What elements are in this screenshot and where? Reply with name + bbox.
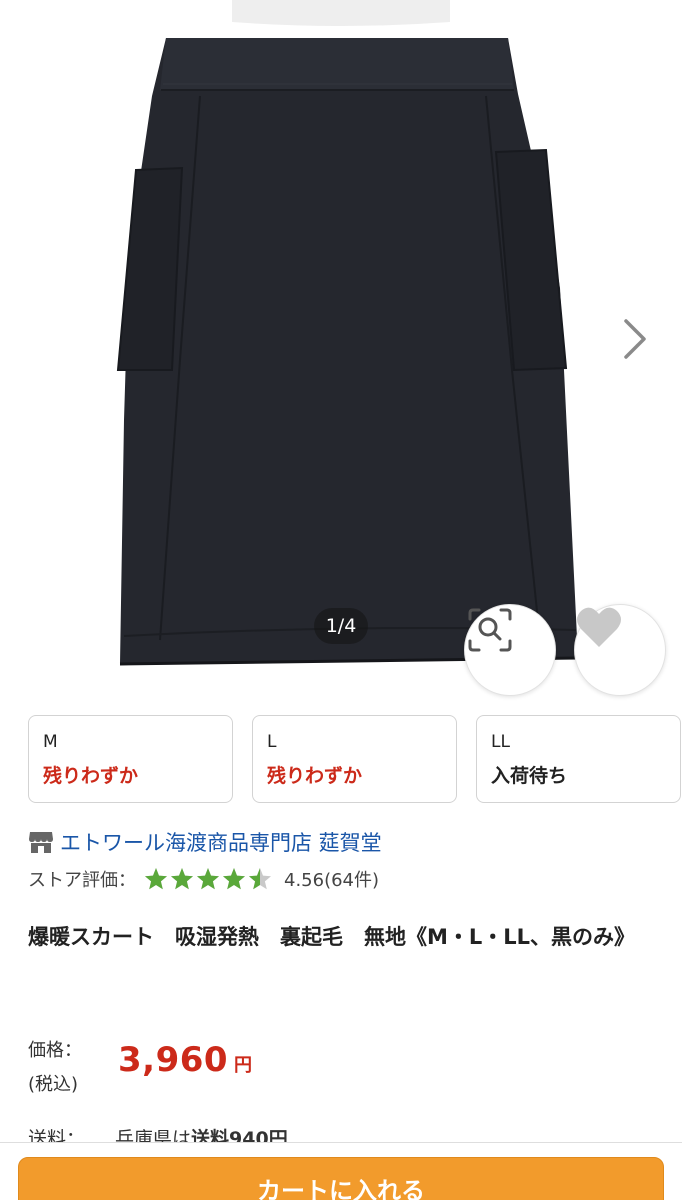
next-image-button[interactable] xyxy=(622,318,666,378)
heart-icon xyxy=(577,607,621,647)
star-icon xyxy=(249,868,271,890)
price-value: 3,960 xyxy=(118,1040,229,1080)
size-label: L xyxy=(267,732,277,752)
rating-label: ストア評価： xyxy=(28,870,136,891)
star-icon xyxy=(197,868,219,890)
image-search-icon xyxy=(468,608,512,652)
stock-status: 入荷待ち xyxy=(491,765,568,787)
rating-value: 4.56(64件) xyxy=(284,870,380,891)
store-icon xyxy=(29,832,53,853)
price-label: 価格： (税込) xyxy=(28,1034,82,1102)
price-unit: 円 xyxy=(234,1055,253,1076)
price: 3,960 円 xyxy=(118,1040,252,1080)
store-name[interactable]: エトワール海渡商品専門店 莚賀堂 xyxy=(60,827,382,857)
favorite-button[interactable] xyxy=(574,604,666,696)
add-to-cart-button[interactable]: カートに入れる xyxy=(18,1157,664,1200)
size-label: M xyxy=(43,732,58,752)
star-icon xyxy=(223,868,245,890)
star-icon xyxy=(171,868,193,890)
shipping-value: 兵庫県は送料940円 xyxy=(115,1124,288,1144)
image-search-button[interactable] xyxy=(464,604,556,696)
size-option-l[interactable]: L 残りわずか xyxy=(252,715,457,803)
store-rating[interactable]: ストア評価： 4.56(64件) xyxy=(28,864,379,894)
price-label-line2: (税込) xyxy=(28,1074,79,1095)
size-option-ll[interactable]: LL 入荷待ち xyxy=(476,715,681,803)
stock-status: 残りわずか xyxy=(267,765,363,787)
price-label-line1: 価格： xyxy=(28,1040,82,1061)
image-counter: 1/4 xyxy=(314,608,368,644)
size-option-m[interactable]: M 残りわずか xyxy=(28,715,233,803)
size-selector: M 残りわずか L 残りわずか LL 入荷待ち xyxy=(28,715,681,803)
product-page: 1/4 M 残りわずか L 残りわずか LL 入荷待ち エトワール海渡商品専門店… xyxy=(0,0,682,1200)
product-image-carousel[interactable]: 1/4 xyxy=(0,0,682,700)
size-label: LL xyxy=(491,732,510,752)
star-icon xyxy=(145,868,167,890)
stock-status: 残りわずか xyxy=(43,765,139,787)
shipping-info: 送料： 兵庫県は送料940円 xyxy=(28,1124,288,1144)
store-link[interactable]: エトワール海渡商品専門店 莚賀堂 xyxy=(28,826,382,858)
rating-stars xyxy=(144,867,274,891)
bottom-action-bar: カートに入れる xyxy=(0,1142,682,1200)
shipping-label: 送料： xyxy=(28,1128,86,1144)
skirt-product-photo xyxy=(116,0,579,666)
chevron-right-icon xyxy=(624,319,646,359)
product-title: 爆暖スカート 吸湿発熱 裏起毛 無地《M・L・LL、黒のみ》 xyxy=(28,925,636,949)
